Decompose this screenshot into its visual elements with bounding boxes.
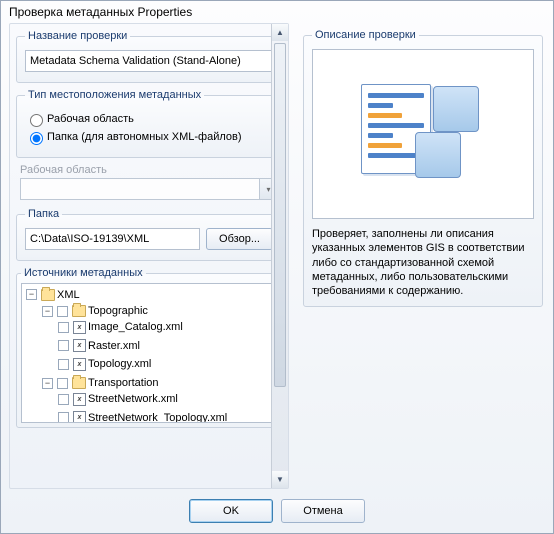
checkbox[interactable] bbox=[58, 322, 69, 333]
dialog-title: Проверка метаданных Properties bbox=[1, 1, 553, 19]
folder-open-icon bbox=[72, 305, 86, 317]
xml-file-icon bbox=[73, 411, 86, 423]
dialog-window: Проверка метаданных Properties Название … bbox=[0, 0, 554, 534]
check-name-input[interactable] bbox=[25, 50, 273, 72]
sources-group: Источники метаданных − XML bbox=[16, 267, 282, 428]
tree-label: Raster.xml bbox=[88, 338, 140, 354]
radio-folder[interactable]: Папка (для автономных XML-файлов) bbox=[25, 129, 273, 145]
checkbox[interactable] bbox=[58, 412, 69, 423]
left-panel-scrollbar[interactable]: ▲ ▼ bbox=[271, 24, 288, 488]
minus-icon[interactable]: − bbox=[26, 289, 37, 300]
cancel-button[interactable]: Отмена bbox=[281, 499, 365, 523]
location-type-legend: Тип местоположения метаданных bbox=[25, 89, 204, 101]
tree-label: StreetNetwork.xml bbox=[88, 391, 178, 407]
tree-leaf[interactable]: Raster.xml bbox=[58, 338, 274, 357]
checkbox[interactable] bbox=[58, 394, 69, 405]
checkbox[interactable] bbox=[58, 359, 69, 370]
checkbox[interactable] bbox=[58, 340, 69, 351]
dialog-content: Название проверки Тип местоположения мет… bbox=[1, 19, 553, 489]
tree-label: Transportation bbox=[88, 375, 159, 391]
workspace-combo[interactable]: ▾ bbox=[20, 178, 278, 200]
workspace-label: Рабочая область bbox=[20, 164, 282, 176]
radio-workspace[interactable]: Рабочая область bbox=[25, 111, 273, 127]
folder-legend: Папка bbox=[25, 208, 62, 220]
right-panel: Описание проверки Проверя bbox=[297, 23, 549, 489]
xml-file-icon bbox=[73, 321, 86, 334]
tree-root[interactable]: − XML − bbox=[26, 286, 274, 423]
tree-root-label: XML bbox=[57, 287, 80, 303]
description-legend: Описание проверки bbox=[312, 29, 419, 41]
ok-button[interactable]: OK bbox=[189, 499, 273, 523]
dialog-footer: OK Отмена bbox=[1, 489, 553, 533]
tree-leaf[interactable]: Topology.xml bbox=[58, 356, 274, 375]
radio-workspace-input[interactable] bbox=[30, 114, 43, 127]
browse-button[interactable]: Обзор... bbox=[206, 228, 273, 250]
scroll-down-button[interactable]: ▼ bbox=[272, 471, 288, 488]
location-type-group: Тип местоположения метаданных Рабочая об… bbox=[16, 89, 282, 158]
description-text: Проверяет, заполнены ли описания указанн… bbox=[312, 227, 534, 298]
scroll-up-button[interactable]: ▲ bbox=[272, 24, 288, 41]
minus-icon[interactable]: − bbox=[42, 378, 53, 389]
tree-branch-transportation[interactable]: − Transportation bbox=[42, 375, 274, 424]
tree-leaf[interactable]: StreetNetwork_Topology.xml bbox=[58, 410, 274, 424]
left-panel: Название проверки Тип местоположения мет… bbox=[9, 23, 289, 489]
tree-label: Image_Catalog.xml bbox=[88, 319, 183, 335]
chevron-down-icon: ▾ bbox=[266, 185, 270, 194]
tree-leaf[interactable]: StreetNetwork.xml bbox=[58, 391, 274, 410]
check-name-group: Название проверки bbox=[16, 30, 282, 83]
workspace-combo-input bbox=[21, 179, 259, 199]
illustration-icon bbox=[353, 74, 493, 194]
scroll-thumb[interactable] bbox=[274, 43, 286, 387]
tree-label: Topology.xml bbox=[88, 356, 151, 372]
radio-workspace-label: Рабочая область bbox=[47, 113, 134, 125]
tree-branch-topographic[interactable]: − Topographic bbox=[42, 303, 274, 375]
folder-open-icon bbox=[41, 289, 55, 301]
minus-icon[interactable]: − bbox=[42, 306, 53, 317]
xml-file-icon bbox=[73, 393, 86, 406]
folder-open-icon bbox=[72, 377, 86, 389]
tree-label: Topographic bbox=[88, 303, 148, 319]
check-name-legend: Название проверки bbox=[25, 30, 130, 42]
sources-tree[interactable]: − XML − bbox=[21, 283, 277, 423]
tree-label: StreetNetwork_Topology.xml bbox=[88, 410, 227, 424]
description-group: Описание проверки Проверя bbox=[303, 29, 543, 307]
radio-folder-label: Папка (для автономных XML-файлов) bbox=[47, 131, 242, 143]
folder-group: Папка Обзор... bbox=[16, 208, 282, 261]
checkbox[interactable] bbox=[57, 306, 68, 317]
sources-legend: Источники метаданных bbox=[21, 267, 146, 279]
xml-file-icon bbox=[73, 358, 86, 371]
folder-path-input[interactable] bbox=[25, 228, 200, 250]
xml-file-icon bbox=[73, 339, 86, 352]
checkbox[interactable] bbox=[57, 378, 68, 389]
radio-folder-input[interactable] bbox=[30, 132, 43, 145]
tree-leaf[interactable]: Image_Catalog.xml bbox=[58, 319, 274, 338]
description-image bbox=[312, 49, 534, 219]
scroll-track[interactable] bbox=[272, 41, 288, 471]
